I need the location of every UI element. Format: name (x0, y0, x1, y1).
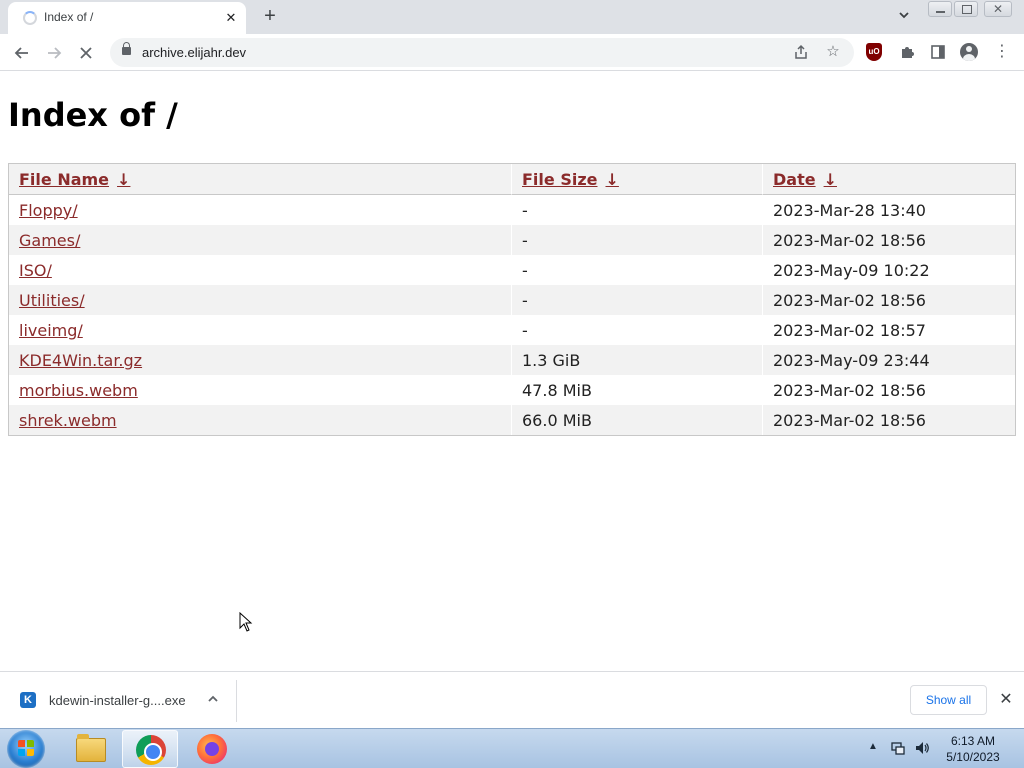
file-date-cell: 2023-Mar-02 18:56 (762, 375, 1015, 405)
ublock-origin-icon[interactable]: uO (866, 43, 882, 61)
file-name-cell: shrek.webm (9, 405, 511, 435)
file-date-cell: 2023-Mar-28 13:40 (762, 195, 1015, 225)
file-date-cell: 2023-May-09 23:44 (762, 345, 1015, 375)
file-name-cell: Games/ (9, 225, 511, 255)
file-link[interactable]: Floppy/ (19, 201, 78, 220)
file-size-cell: - (511, 285, 762, 315)
mouse-cursor-icon (239, 612, 253, 632)
taskbar-firefox[interactable] (184, 730, 240, 768)
file-name-cell: KDE4Win.tar.gz (9, 345, 511, 375)
file-link[interactable]: Utilities/ (19, 291, 85, 310)
start-button[interactable] (7, 730, 45, 768)
bookmark-star-icon[interactable]: ☆ (822, 41, 844, 63)
network-icon[interactable] (890, 740, 906, 756)
kde-installer-file-icon[interactable]: K (20, 692, 36, 708)
file-link[interactable]: morbius.webm (19, 381, 138, 400)
forward-arrow-icon[interactable] (42, 41, 66, 65)
sort-arrow-icon: ↓ (823, 169, 837, 189)
table-row: ISO/ - 2023-May-09 10:22 (9, 255, 1015, 285)
file-link[interactable]: KDE4Win.tar.gz (19, 351, 142, 370)
address-bar[interactable]: archive.elijahr.dev ☆ (110, 38, 854, 67)
file-size-cell: - (511, 195, 762, 225)
window-minimize-button[interactable] (928, 1, 952, 17)
file-date-cell: 2023-Mar-02 18:56 (762, 405, 1015, 435)
chrome-icon (136, 735, 166, 765)
loading-spinner-icon (23, 11, 37, 25)
lock-icon[interactable] (122, 42, 131, 55)
file-name-cell: morbius.webm (9, 375, 511, 405)
file-size-cell: - (511, 255, 762, 285)
extensions-puzzle-icon[interactable] (896, 41, 918, 63)
windows-taskbar: ▲ 6:13 AM 5/10/2023 (0, 728, 1024, 768)
show-hidden-icons-icon[interactable]: ▲ (868, 741, 878, 752)
file-size-cell: 66.0 MiB (511, 405, 762, 435)
file-date-cell: 2023-Mar-02 18:57 (762, 315, 1015, 345)
sort-by-size-link[interactable]: File Size ↓ (522, 170, 619, 189)
column-header-file-size: File Size ↓ (511, 164, 762, 195)
file-link[interactable]: ISO/ (19, 261, 52, 280)
table-row: Games/ - 2023-Mar-02 18:56 (9, 225, 1015, 255)
sort-arrow-icon: ↓ (605, 169, 619, 189)
file-name-cell: Utilities/ (9, 285, 511, 315)
page-title: Index of / (8, 96, 178, 134)
file-link[interactable]: Games/ (19, 231, 80, 250)
table-row: liveimg/ - 2023-Mar-02 18:57 (9, 315, 1015, 345)
show-all-button[interactable]: Show all (910, 685, 987, 715)
system-clock[interactable]: 6:13 AM 5/10/2023 (940, 733, 1006, 765)
tab-search-chevron-icon[interactable] (894, 8, 914, 26)
sort-by-name-link[interactable]: File Name ↓ (19, 170, 130, 189)
table-row: KDE4Win.tar.gz 1.3 GiB 2023-May-09 23:44 (9, 345, 1015, 375)
share-icon[interactable] (790, 41, 812, 63)
file-date-cell: 2023-Mar-02 18:56 (762, 225, 1015, 255)
more-menu-icon[interactable]: ⋮ (994, 41, 1010, 63)
profile-avatar-icon[interactable] (960, 43, 978, 61)
column-header-file-name: File Name ↓ (9, 164, 511, 195)
taskbar-chrome[interactable] (122, 730, 178, 768)
tab-title: Index of / (44, 10, 94, 24)
sort-arrow-icon: ↓ (117, 169, 131, 189)
file-size-cell: - (511, 225, 762, 255)
back-arrow-icon[interactable] (10, 41, 34, 65)
stop-loading-icon[interactable] (74, 41, 98, 65)
download-options-chevron-icon[interactable] (204, 690, 222, 708)
address-bar-url[interactable]: archive.elijahr.dev (142, 45, 246, 60)
download-shelf: K kdewin-installer-g....exe Show all ✕ (0, 671, 1024, 728)
file-name-cell: liveimg/ (9, 315, 511, 345)
file-size-cell: 1.3 GiB (511, 345, 762, 375)
file-date-cell: 2023-May-09 10:22 (762, 255, 1015, 285)
file-name-cell: Floppy/ (9, 195, 511, 225)
divider (236, 680, 237, 722)
table-row: morbius.webm 47.8 MiB 2023-Mar-02 18:56 (9, 375, 1015, 405)
tab-close-icon[interactable]: ✕ (222, 9, 240, 27)
window-maximize-button[interactable] (954, 1, 978, 17)
file-date-cell: 2023-Mar-02 18:56 (762, 285, 1015, 315)
download-file-name[interactable]: kdewin-installer-g....exe (49, 693, 186, 708)
browser-tab[interactable]: Index of / ✕ (8, 2, 246, 34)
clock-time: 6:13 AM (950, 734, 996, 748)
table-row: shrek.webm 66.0 MiB 2023-Mar-02 18:56 (9, 405, 1015, 435)
file-size-cell: - (511, 315, 762, 345)
table-row: Floppy/ - 2023-Mar-28 13:40 (9, 195, 1015, 225)
sort-by-date-link[interactable]: Date ↓ (773, 170, 837, 189)
window-close-button[interactable]: ✕ (984, 1, 1012, 17)
folder-icon (76, 734, 106, 762)
close-shelf-icon[interactable]: ✕ (996, 690, 1016, 710)
side-panel-icon[interactable] (927, 41, 949, 63)
column-header-date: Date ↓ (762, 164, 1015, 195)
taskbar-explorer[interactable] (62, 730, 118, 768)
file-link[interactable]: liveimg/ (19, 321, 83, 340)
table-row: Utilities/ - 2023-Mar-02 18:56 (9, 285, 1015, 315)
new-tab-button[interactable]: + (258, 5, 282, 29)
file-size-cell: 47.8 MiB (511, 375, 762, 405)
firefox-icon (197, 734, 227, 764)
volume-icon[interactable] (914, 740, 930, 756)
file-listing-table: File Name ↓ File Size ↓ Date ↓ Floppy/ - 20… (8, 163, 1016, 436)
table-header-row: File Name ↓ File Size ↓ Date ↓ (9, 164, 1015, 195)
tab-strip: Index of / ✕ + ✕ (0, 0, 1024, 34)
clock-date: 5/10/2023 (946, 750, 1000, 764)
file-name-cell: ISO/ (9, 255, 511, 285)
file-link[interactable]: shrek.webm (19, 411, 117, 430)
